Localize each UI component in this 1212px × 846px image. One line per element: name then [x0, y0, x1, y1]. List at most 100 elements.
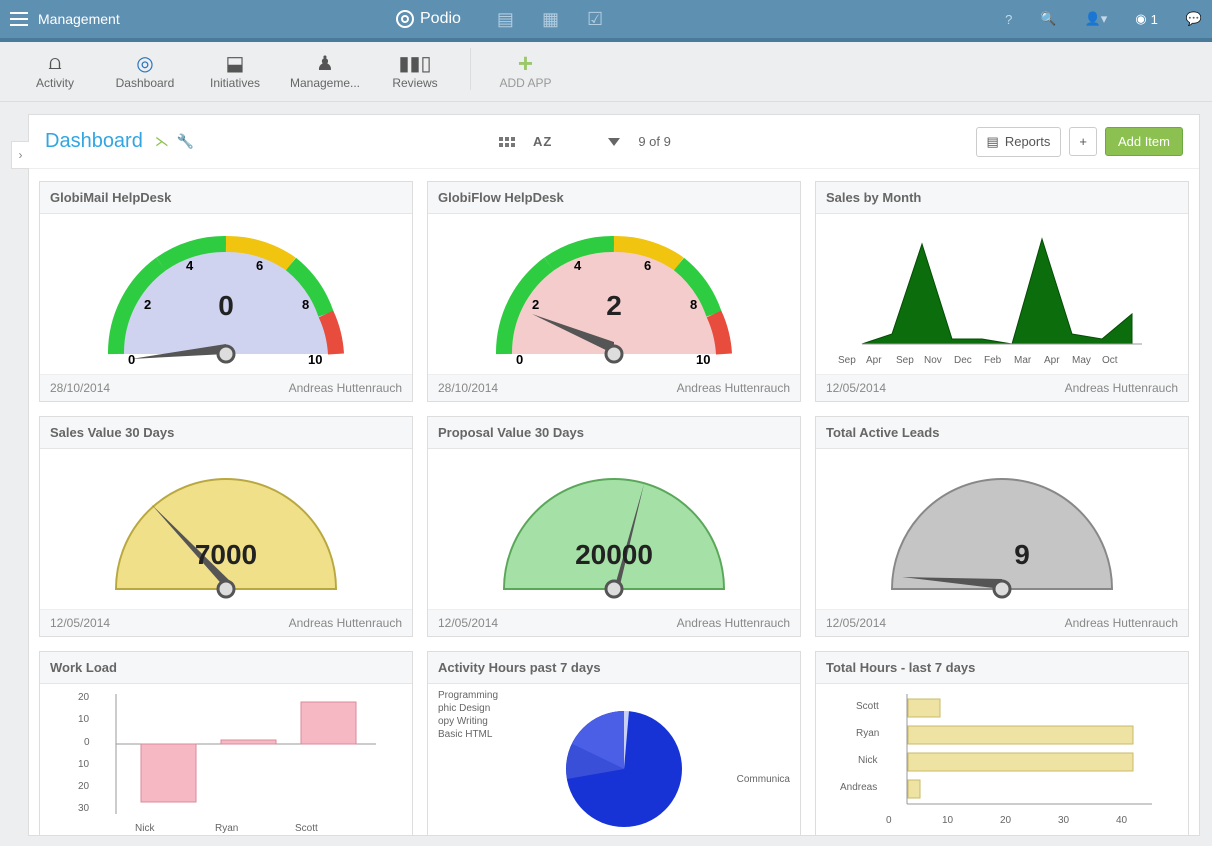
reports-label: Reports: [1005, 134, 1051, 149]
widget-proposal-value-30[interactable]: Proposal Value 30 Days 20000 12/05/2014 …: [427, 416, 801, 637]
widget-title: Proposal Value 30 Days: [428, 417, 800, 449]
contacts-icon[interactable]: ▤: [497, 9, 514, 30]
y-tick: Nick: [858, 755, 877, 766]
view-header: Dashboard ⋋ 🔧 AZ 9 of 9 ▤ Reports + Add …: [29, 115, 1199, 169]
widget-title: Sales Value 30 Days: [40, 417, 412, 449]
x-tick: Mar: [1014, 355, 1031, 366]
notif-count: 1: [1151, 12, 1158, 27]
widget-author: Andreas Huttenrauch: [1065, 616, 1178, 630]
widget-footer: 28/10/2014 Andreas Huttenrauch: [428, 374, 800, 401]
svg-text:0: 0: [516, 352, 523, 367]
nav-reviews[interactable]: ▮▮▯ Reviews: [370, 48, 460, 90]
nav-management[interactable]: ♟ Manageme...: [280, 48, 370, 90]
y-tick: Ryan: [856, 728, 879, 739]
app-nav: ⩍ Activity ◎ Dashboard ⬓ Initiatives ♟ M…: [0, 42, 1212, 102]
brand-logo[interactable]: Podio ▤ ▦ ☑: [396, 9, 603, 30]
x-tick: May: [1072, 355, 1091, 366]
widget-globiflow-helpdesk[interactable]: GlobiFlow HelpDesk 0 2 4 6: [427, 181, 801, 402]
widget-date: 12/05/2014: [50, 616, 110, 630]
tasks-icon[interactable]: ☑: [587, 9, 603, 30]
x-tick: Apr: [866, 355, 882, 366]
layout-icon[interactable]: [499, 137, 515, 147]
widget-date: 12/05/2014: [438, 616, 498, 630]
menu-icon[interactable]: [10, 12, 28, 26]
svg-text:6: 6: [256, 258, 263, 273]
nav-label: Manageme...: [280, 76, 370, 90]
x-tick: 0: [886, 815, 892, 826]
x-tick: 40: [1116, 815, 1127, 826]
help-icon[interactable]: ?: [1005, 12, 1012, 27]
widget-date: 12/05/2014: [826, 616, 886, 630]
search-icon[interactable]: 🔍: [1040, 11, 1056, 27]
svg-text:4: 4: [574, 258, 582, 273]
legend: Communica: [737, 774, 790, 785]
y-tick: 10: [78, 714, 89, 725]
x-tick: Sep: [896, 355, 914, 366]
y-tick: 20: [78, 692, 89, 703]
add-item-button[interactable]: Add Item: [1105, 127, 1183, 156]
widget-sales-by-month[interactable]: Sales by Month Sep Apr Sep Nov Dec Feb M…: [815, 181, 1189, 402]
gauge-value: 7000: [40, 539, 412, 571]
x-tick: Ryan: [215, 823, 238, 834]
svg-text:4: 4: [186, 258, 194, 273]
widget-work-load[interactable]: Work Load 20 10 0 10 20 30 Nick: [39, 651, 413, 835]
top-right-actions: ? 🔍 👤▾ ◉ 1 💬: [1005, 11, 1202, 27]
widget-total-active-leads[interactable]: Total Active Leads 9 12/05/2014 Andreas …: [815, 416, 1189, 637]
view-tools: AZ 9 of 9: [499, 134, 671, 149]
chat-icon[interactable]: 💬: [1186, 11, 1202, 27]
legend: Basic HTML: [438, 729, 492, 740]
legend: Programming: [438, 690, 498, 701]
nav-label: Dashboard: [100, 76, 190, 90]
activity-icon: ⩍: [10, 50, 100, 76]
plus-icon: +: [491, 50, 560, 76]
widget-author: Andreas Huttenrauch: [289, 381, 402, 395]
widget-author: Andreas Huttenrauch: [677, 381, 790, 395]
widget-footer: 12/05/2014 Andreas Huttenrauch: [428, 609, 800, 636]
nav-initiatives[interactable]: ⬓ Initiatives: [190, 48, 280, 90]
nav-add-app[interactable]: + ADD APP: [470, 48, 560, 90]
sidebar-expand-button[interactable]: ›: [11, 141, 29, 169]
dashboard-icon: ◎: [100, 50, 190, 76]
widget-globimail-helpdesk[interactable]: GlobiMail HelpDesk 0 2 4 6: [39, 181, 413, 402]
svg-text:10: 10: [696, 352, 710, 367]
x-tick: Apr: [1044, 355, 1060, 366]
widget-scroll[interactable]: GlobiMail HelpDesk 0 2 4 6: [29, 169, 1199, 835]
notifications-button[interactable]: ◉ 1: [1135, 11, 1158, 27]
add-widget-button[interactable]: +: [1069, 127, 1097, 156]
y-tick: 30: [78, 803, 89, 814]
gauge-value: 20000: [428, 539, 800, 571]
widget-activity-hours-7days[interactable]: Activity Hours past 7 days Programming p…: [427, 651, 801, 835]
y-tick: 0: [84, 737, 90, 748]
svg-text:0: 0: [128, 352, 135, 367]
widget-footer: 12/05/2014 Andreas Huttenrauch: [816, 374, 1188, 401]
x-tick: Nick: [135, 823, 154, 834]
filter-icon[interactable]: [608, 138, 620, 146]
widget-body: 7000: [40, 449, 412, 609]
x-tick: Sep: [838, 355, 856, 366]
nav-activity[interactable]: ⩍ Activity: [10, 48, 100, 90]
report-icon: ▤: [987, 134, 999, 150]
profile-icon[interactable]: 👤▾: [1085, 11, 1108, 27]
wrench-icon[interactable]: 🔧: [177, 133, 194, 150]
widget-date: 28/10/2014: [438, 381, 498, 395]
x-tick: Nov: [924, 355, 942, 366]
calendar-icon[interactable]: ▦: [542, 9, 559, 30]
feed-icon[interactable]: ⋋: [155, 133, 169, 150]
legend: opy Writing: [438, 716, 488, 727]
widget-body: Scott Ryan Nick Andreas 0 10 20 30 40: [816, 684, 1188, 835]
reports-button[interactable]: ▤ Reports: [976, 127, 1062, 157]
widget-author: Andreas Huttenrauch: [289, 616, 402, 630]
widget-total-hours-7days[interactable]: Total Hours - last 7 days Scott Ryan Nic…: [815, 651, 1189, 835]
widget-body: 20 10 0 10 20 30 Nick Ryan Scott: [40, 684, 412, 835]
sort-az[interactable]: AZ: [533, 134, 552, 149]
nav-label: Activity: [10, 76, 100, 90]
page-title: Dashboard: [45, 130, 143, 153]
workspace-title[interactable]: Management: [38, 11, 120, 27]
widget-sales-value-30[interactable]: Sales Value 30 Days 7000 12/05/2014 Andr…: [39, 416, 413, 637]
widget-title: Total Active Leads: [816, 417, 1188, 449]
podio-mark-icon: [396, 10, 414, 28]
legend: phic Design: [438, 703, 490, 714]
svg-text:10: 10: [308, 352, 322, 367]
wifi-icon: ◉: [1135, 11, 1146, 27]
nav-dashboard[interactable]: ◎ Dashboard: [100, 48, 190, 90]
